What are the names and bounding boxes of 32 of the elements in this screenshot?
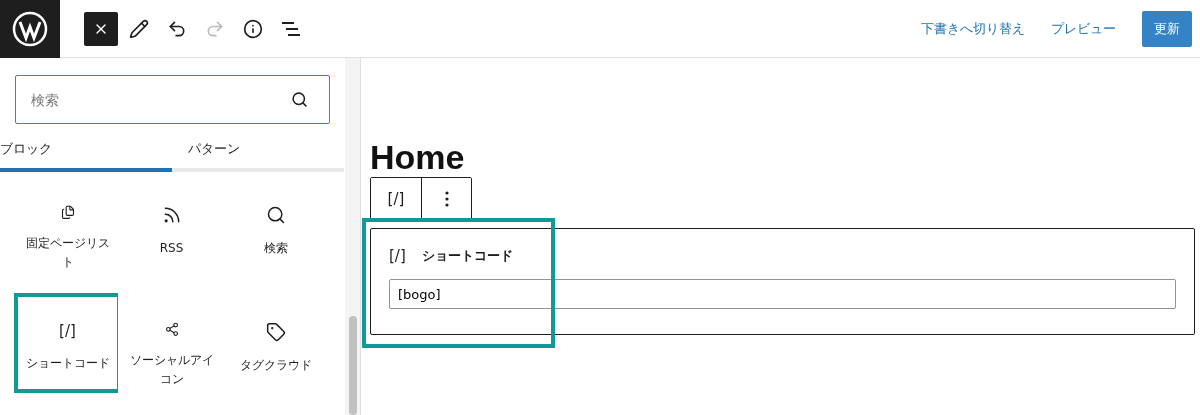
- update-button[interactable]: 更新: [1142, 10, 1192, 47]
- block-label: タグクラウド: [239, 357, 312, 374]
- pencil-icon: [129, 18, 149, 39]
- list-view-icon: [281, 20, 301, 37]
- close-button[interactable]: [84, 11, 118, 46]
- header-link[interactable]: 下書きへ切り替え: [921, 19, 1025, 38]
- scrollbar-thumb[interactable]: [349, 316, 357, 415]
- search-icon: [291, 91, 308, 108]
- shortcode-icon: [/]: [59, 322, 76, 340]
- redo-icon: [205, 18, 225, 39]
- more-icon: [444, 191, 449, 207]
- info-icon: [243, 18, 263, 39]
- undo-icon: [167, 18, 187, 39]
- wordpress-logo[interactable]: [0, 0, 60, 58]
- block-label: RSS: [159, 240, 184, 257]
- shortcode-input[interactable]: [bogo]: [389, 279, 1176, 309]
- options-button[interactable]: [421, 178, 471, 220]
- search-field[interactable]: 検索: [15, 75, 330, 124]
- block-label: 検索: [263, 240, 288, 257]
- tab[interactable]: ブロック: [0, 130, 172, 172]
- search-icon: [265, 205, 286, 225]
- tag-icon: [265, 322, 286, 342]
- shortcode-icon: [/]: [389, 247, 406, 265]
- header-link[interactable]: プレビュー: [1051, 19, 1116, 38]
- scrollbar[interactable]: [345, 58, 361, 415]
- block-label: 固定ページリスト: [24, 234, 111, 271]
- block-title: ショートコード: [421, 247, 513, 265]
- block-label: ソーシャルアイコン: [128, 351, 215, 388]
- block-item[interactable]: [/] ショートコード: [14, 293, 121, 393]
- block-label: ショートコード: [25, 355, 110, 372]
- page-heading: Home: [370, 138, 465, 176]
- logo-icon: [12, 10, 48, 47]
